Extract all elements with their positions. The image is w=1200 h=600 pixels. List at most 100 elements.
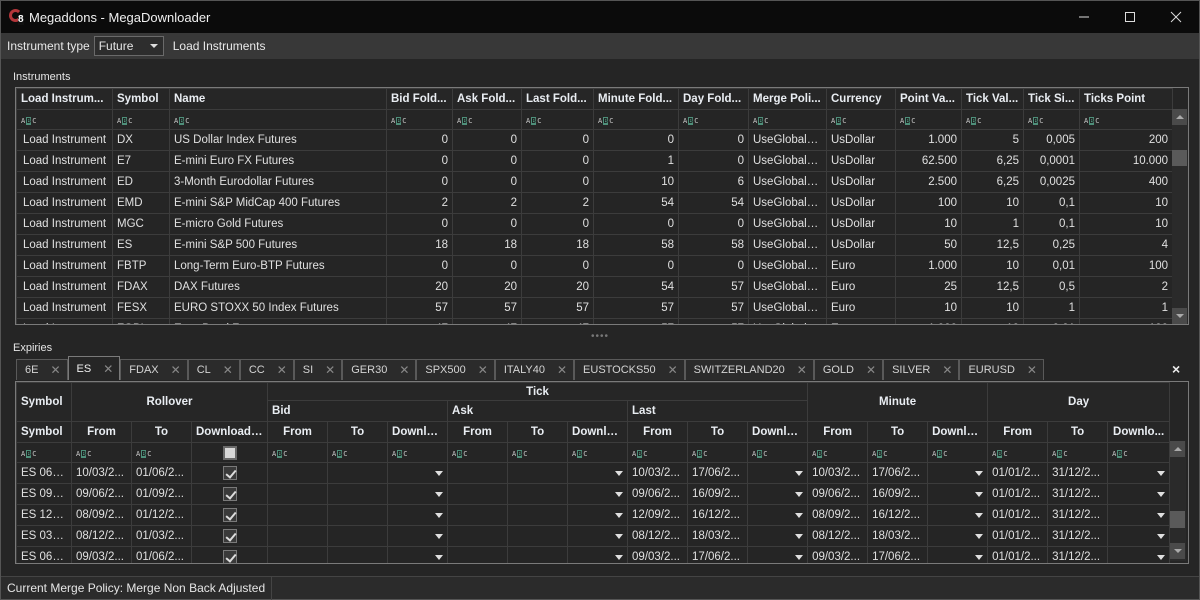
day-to-cell[interactable]: 31/12/2... [1047, 546, 1109, 563]
abc-filter-icon[interactable]: ABC [572, 449, 587, 458]
last-from-cell[interactable]: 08/12/2... [627, 525, 689, 547]
bid-from-cell[interactable] [267, 546, 329, 563]
maximize-button[interactable] [1107, 1, 1153, 33]
bid-to-cell[interactable] [327, 504, 389, 526]
day-download-dropdown[interactable] [1107, 546, 1171, 563]
ask-to-cell[interactable] [507, 525, 569, 547]
tab-spx500[interactable]: SPX500 ✕ [416, 359, 495, 380]
bid-from-cell[interactable] [267, 462, 329, 484]
last-download-dropdown[interactable] [747, 462, 809, 484]
minute-download-dropdown[interactable] [927, 462, 989, 484]
last-download-dropdown[interactable] [747, 504, 809, 526]
minute-download-dropdown[interactable] [927, 483, 989, 505]
table-row[interactable]: Load Instrument EMD E-mini S&P MidCap 400 … [16, 192, 1173, 214]
close-all-tabs-button[interactable]: × [1172, 361, 1180, 377]
close-tab-icon[interactable]: ✕ [50, 363, 60, 377]
filter-cell[interactable]: ABC [16, 442, 72, 463]
close-tab-icon[interactable]: ✕ [478, 363, 488, 377]
filter-cell[interactable]: ABC [867, 442, 929, 463]
abc-filter-icon[interactable]: ABC [598, 116, 613, 125]
filter-cell[interactable] [190, 442, 269, 463]
tab-silver[interactable]: SILVER ✕ [883, 359, 960, 380]
rollover-from-cell[interactable]: 09/06/2... [71, 483, 132, 505]
scroll-thumb[interactable] [1172, 150, 1187, 166]
abc-filter-icon[interactable]: ABC [457, 116, 472, 125]
splitter-handle[interactable]: •••• [591, 331, 609, 342]
column-header[interactable]: Ask Fold... [452, 88, 522, 110]
table-row[interactable]: Load Instrument E7 E-mini Euro FX Futures 0… [16, 150, 1173, 172]
bid-to-cell[interactable] [327, 462, 389, 484]
abc-filter-icon[interactable]: ABC [900, 116, 915, 125]
rollover-to-cell[interactable]: 01/03/2... [131, 525, 192, 547]
column-header[interactable]: Name [169, 88, 387, 110]
table-row[interactable]: Load Instrument FBTP Long-Term Euro-BTP Fu… [16, 255, 1173, 277]
column-header[interactable]: Tick Val... [961, 88, 1024, 110]
filter-cell[interactable]: ABC [131, 442, 192, 463]
table-row[interactable]: ES 12-16 08/09/2... 01/12/2... 12/09/2... 16… [16, 504, 1171, 526]
day-from-cell[interactable]: 01/01/2... [987, 546, 1049, 563]
table-row[interactable]: Load Instrument FESX EURO STOXX 50 Index F… [16, 297, 1173, 319]
close-tab-icon[interactable]: ✕ [1027, 363, 1037, 377]
last-from-cell[interactable]: 09/03/2... [627, 546, 689, 563]
filter-cell[interactable]: ABC [593, 109, 679, 130]
rollover-to-cell[interactable]: 01/12/2... [131, 504, 192, 526]
last-from-cell[interactable]: 10/03/2... [627, 462, 689, 484]
abc-filter-icon[interactable]: ABC [752, 449, 767, 458]
close-tab-icon[interactable]: ✕ [866, 363, 876, 377]
bid-from-cell[interactable] [267, 525, 329, 547]
tab-fdax[interactable]: FDAX ✕ [120, 359, 188, 380]
abc-filter-icon[interactable]: ABC [1052, 449, 1068, 458]
load-instrument-link[interactable]: Load Instrument [16, 129, 113, 151]
column-header[interactable]: To [1047, 421, 1109, 443]
minute-download-dropdown[interactable] [927, 546, 989, 563]
tab-switzerland20[interactable]: SWITZERLAND20 ✕ [684, 359, 814, 380]
bid-from-cell[interactable] [267, 483, 329, 505]
abc-filter-icon[interactable]: ABC [1028, 116, 1043, 125]
table-row[interactable]: ES 03-17 08/12/2... 01/03/2... 08/12/2... 18… [16, 525, 1171, 547]
column-header[interactable]: Bid Fold... [386, 88, 453, 110]
ask-from-cell[interactable] [447, 462, 509, 484]
minimize-button[interactable] [1061, 1, 1107, 33]
abc-filter-icon[interactable]: ABC [1112, 449, 1128, 458]
filter-cell[interactable]: ABC [567, 442, 629, 463]
load-instrument-link[interactable]: Load Instrument [16, 192, 113, 214]
filter-cell[interactable]: ABC [1107, 442, 1171, 463]
rollover-to-cell[interactable]: 01/06/2... [131, 546, 192, 563]
rollover-to-cell[interactable]: 01/06/2... [131, 462, 192, 484]
abc-filter-icon[interactable]: ABC [272, 449, 287, 458]
day-from-cell[interactable]: 01/01/2... [987, 483, 1049, 505]
filter-cell[interactable]: ABC [961, 109, 1024, 130]
column-header[interactable]: Downlo... [927, 421, 989, 443]
ask-from-cell[interactable] [447, 525, 509, 547]
filter-cell[interactable]: ABC [826, 109, 896, 130]
download-checkbox[interactable] [222, 550, 237, 563]
column-header[interactable]: Downlo... [1107, 421, 1171, 443]
ask-download-dropdown[interactable] [567, 525, 629, 547]
tab-cl[interactable]: CL ✕ [187, 359, 240, 380]
last-download-dropdown[interactable] [747, 483, 809, 505]
table-row[interactable]: Load Instrument DX US Dollar Index Futures… [16, 129, 1173, 151]
column-header[interactable]: Currency [826, 88, 896, 110]
abc-filter-icon[interactable]: ABC [391, 116, 406, 125]
filter-cell[interactable]: ABC [507, 442, 569, 463]
load-instrument-link[interactable]: Load Instrument [16, 276, 113, 298]
column-header[interactable]: To [867, 421, 929, 443]
column-header[interactable]: To [131, 421, 192, 443]
column-header[interactable]: Downlo... [387, 421, 449, 443]
tab-italy40[interactable]: ITALY40 ✕ [494, 359, 575, 380]
bid-to-cell[interactable] [327, 483, 389, 505]
abc-filter-icon[interactable]: ABC [1084, 116, 1099, 125]
download-checkbox[interactable] [222, 466, 237, 480]
last-download-dropdown[interactable] [747, 546, 809, 563]
column-header[interactable]: Load Instrum... [16, 88, 113, 110]
minute-from-cell[interactable]: 09/03/2... [807, 546, 869, 563]
minute-download-dropdown[interactable] [927, 525, 989, 547]
abc-filter-icon[interactable]: ABC [932, 449, 948, 458]
close-tab-icon[interactable]: ✕ [668, 363, 678, 377]
abc-filter-icon[interactable]: ABC [174, 116, 189, 125]
bid-from-cell[interactable] [267, 504, 329, 526]
filter-cell[interactable]: ABC [386, 109, 453, 130]
minute-to-cell[interactable]: 17/06/2... [867, 546, 929, 563]
abc-filter-icon[interactable]: ABC [831, 116, 846, 125]
column-header[interactable]: Symbol [16, 421, 72, 443]
